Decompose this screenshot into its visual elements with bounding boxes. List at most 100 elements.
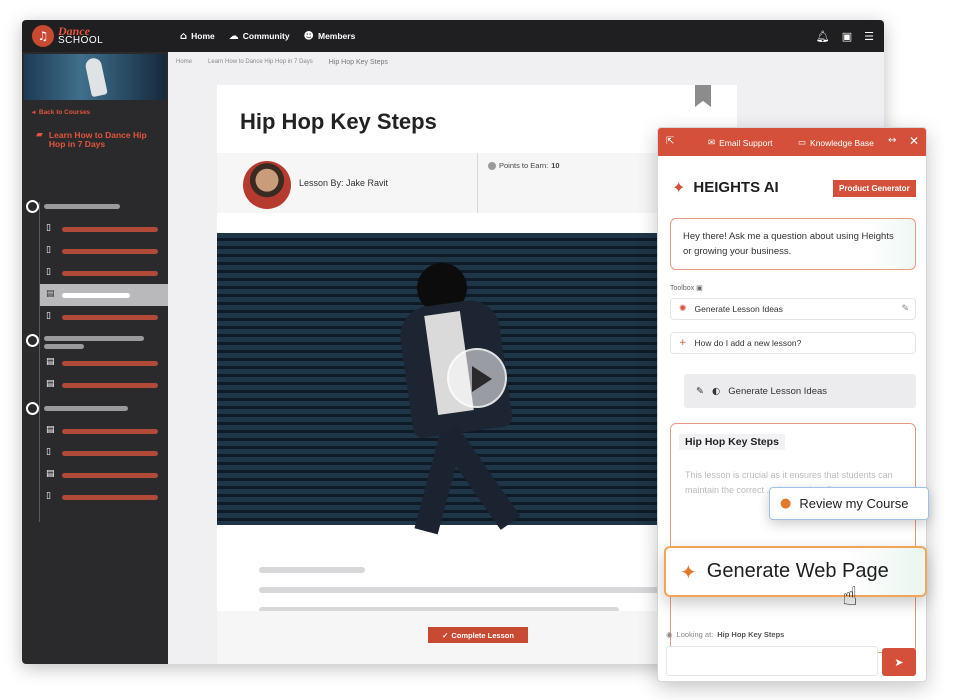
back-to-courses-link[interactable]: ◂ Back to Courses [32,108,90,116]
nav-community-label: Community [242,31,290,41]
back-label: Back to Courses [38,109,91,116]
lesson-row[interactable]: ▯ [22,442,168,464]
points-value: 10 [551,161,560,170]
generate-web-label: Generate Web Page [706,560,889,582]
looking-at: ◉ Looking at: Hip Hop Key Steps [666,630,784,639]
lesson-row[interactable]: ▯ [22,306,168,328]
tool-2-label: How do I add a new lesson? [694,338,802,348]
points-label: Points to Earn: [499,161,549,170]
course-title-text: Learn How to Dance Hip Hop in 7 Days [48,130,147,149]
review-label: Review my Course [799,496,909,511]
course-thumbnail [24,54,166,100]
nav-home[interactable]: ⌂ Home [180,31,215,42]
video-icon: ▤ [46,357,55,367]
complete-lesson-button[interactable]: ✓ Complete Lesson [428,627,528,643]
lesson-row[interactable]: ▯ [22,262,168,284]
bell-icon[interactable]: 🔔︎ [816,30,830,43]
ai-brand-name: HEIGHTS AI [693,179,779,196]
eye-icon: ◉ [666,630,673,639]
product-generator-badge[interactable]: Product Generator [833,180,916,197]
review-my-course-button[interactable]: ● Review my Course [769,487,929,520]
module-row[interactable] [22,196,168,218]
logo-line-2: SCHOOL [58,35,104,46]
breadcrumb-current: Hip Hop Key Steps [328,58,388,66]
nav-home-label: Home [191,31,215,41]
knowledge-base-link[interactable]: ▭ Knowledge Base [798,137,874,148]
close-icon[interactable]: ✕ [909,134,919,148]
expand-icon[interactable]: ⇱ [666,136,674,147]
top-bar: ♫ Dance SCHOOL ⌂ Home ☁ Community ☻ Members… [22,20,884,52]
email-icon: ✉ [708,137,716,147]
document-icon: ▯ [46,311,51,321]
chat-input[interactable] [666,646,878,676]
email-support-link[interactable]: ✉ Email Support [708,137,773,148]
breadcrumb: Home Learn How to Dance Hip Hop in 7 Day… [168,52,396,72]
ai-greeting: Hey there! Ask me a question about using… [670,218,916,270]
main-nav: ⌂ Home ☁ Community ☻ Members [180,20,355,52]
send-button[interactable]: ➤ [882,648,916,676]
toolbox-icon: ▣ [696,285,703,292]
lesson-row[interactable]: ▯ [22,218,168,240]
document-icon: ▯ [46,245,51,255]
lesson-row[interactable]: ▤ [22,352,168,374]
inbox-icon[interactable]: ▣ [842,30,852,43]
module-circle-icon [26,200,39,213]
lesson-row[interactable]: ▤ [22,420,168,442]
lightbulb-icon: ● [780,496,792,511]
nav-members-label: Members [317,31,356,41]
points-to-earn: Points to Earn: 10 [488,161,560,170]
card-title: Hip Hop Key Steps [679,434,785,450]
email-support-label: Email Support [719,137,773,148]
folder-icon: ▰ [36,130,43,140]
breadcrumb-course[interactable]: Learn How to Dance Hip Hop in 7 Days [200,59,321,65]
chat-icon: ☁ [228,30,239,42]
looking-at-label: Looking at: [676,630,714,639]
ai-brand: ✦ HEIGHTS AI [672,178,779,197]
send-icon: ➤ [894,655,904,669]
heights-ai-panel: ⇱ ✉ Email Support ▭ Knowledge Base ↔ ✕ ✦ HE… [657,127,927,682]
module-row[interactable] [22,398,168,420]
brain-icon: ◐ [711,385,721,397]
logo[interactable]: ♫ Dance SCHOOL [32,25,103,47]
sparkle-icon: ✦ [672,178,686,197]
complete-lesson-label: Complete Lesson [451,630,514,640]
generate-lesson-ideas-button[interactable]: ✎ ◐ Generate Lesson Ideas [684,374,916,408]
text-placeholder [259,587,659,593]
lesson-row[interactable]: ▤ [22,374,168,396]
nav-community[interactable]: ☁ Community [229,31,290,42]
lesson-row[interactable]: ▤ [22,464,168,486]
check-icon: ✓ [442,630,449,640]
toolbox-item-generate-lesson-ideas[interactable]: ✺ Generate Lesson Ideas ✎ [670,298,916,320]
video-icon: ▤ [46,425,55,435]
bookmark-icon[interactable] [695,85,711,107]
lesson-row[interactable]: ▯ [22,486,168,508]
magic-wand-icon[interactable]: ✎ [901,304,909,314]
lesson-row[interactable]: ▯ [22,240,168,262]
points-icon [488,161,496,170]
resize-icon[interactable]: ↔ [888,135,896,146]
magic-wand-icon: ✎ [696,385,704,397]
menu-icon[interactable]: ☰ [864,30,874,43]
generate-web-page-button[interactable]: ✦ Generate Web Page [664,546,927,597]
toolbox-item-add-lesson[interactable]: + How do I add a new lesson? [670,332,916,354]
module-circle-icon [26,402,39,415]
home-icon: ⌂ [180,30,188,42]
video-icon: ▤ [46,379,55,389]
play-icon[interactable] [447,348,507,408]
lesson-author: Lesson By: Jake Ravit [299,178,389,188]
plus-icon: + [679,338,687,348]
text-placeholder [259,567,365,573]
document-icon: ▯ [46,447,51,457]
tool-1-label: Generate Lesson Ideas [694,304,783,314]
module-row[interactable] [22,330,168,352]
music-note-icon: ♫ [32,25,54,47]
generate-button-label: Generate Lesson Ideas [728,385,828,397]
breadcrumb-home[interactable]: Home [168,59,200,65]
book-icon: ▭ [798,137,807,147]
course-title: ▰ Learn How to Dance Hip Hop in 7 Days [36,131,160,149]
lesson-row-active[interactable]: ▤ [40,284,168,306]
avatar [243,161,291,209]
nav-members[interactable]: ☻ Members [304,31,356,42]
looking-at-value: Hip Hop Key Steps [717,630,785,639]
video-icon: ▤ [46,289,55,299]
